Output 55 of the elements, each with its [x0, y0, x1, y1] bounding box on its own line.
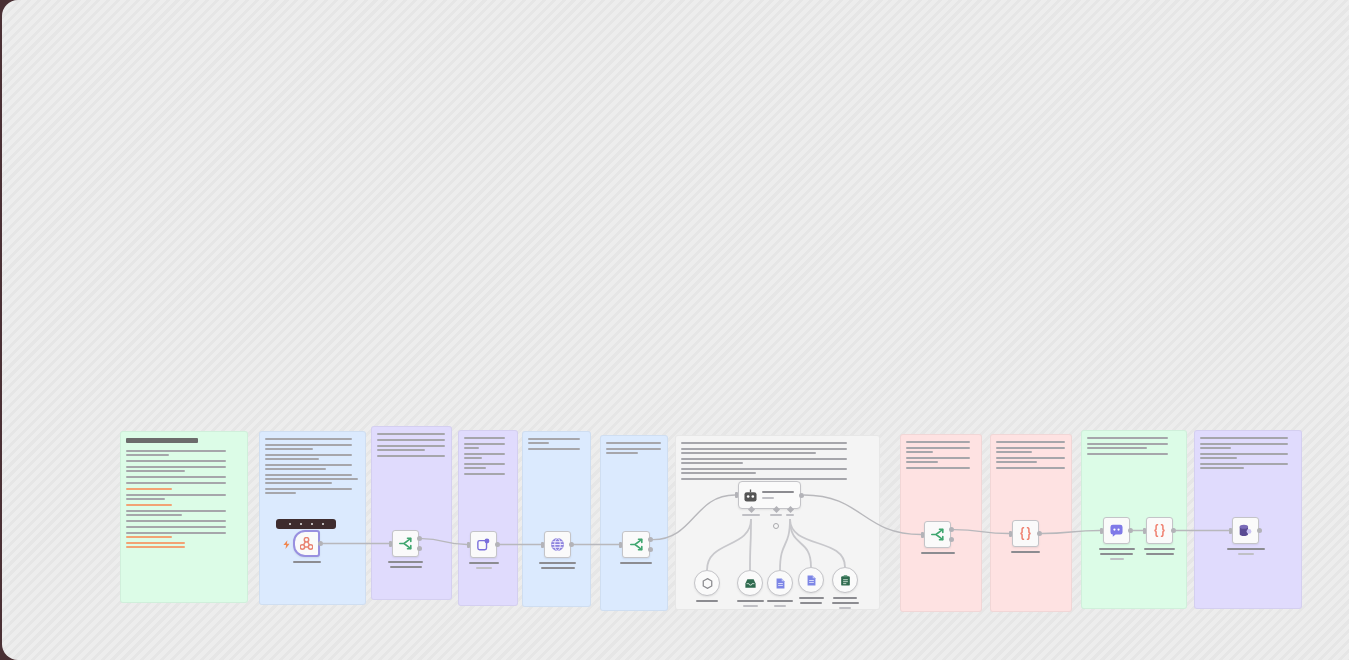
triangle-icon — [300, 537, 313, 550]
output-port[interactable] — [318, 541, 323, 546]
workflow-node[interactable] — [293, 530, 320, 557]
output-port[interactable] — [495, 542, 500, 547]
workflow-node[interactable] — [738, 481, 801, 509]
globe-icon — [551, 538, 564, 551]
workflow-node[interactable] — [1012, 520, 1039, 547]
workflow-node[interactable] — [544, 531, 571, 558]
output-port[interactable] — [1128, 528, 1133, 533]
document-icon — [805, 574, 817, 586]
output-port[interactable] — [1257, 528, 1262, 533]
workflow-node[interactable] — [924, 521, 951, 548]
output-port[interactable] — [1037, 531, 1042, 536]
input-port[interactable] — [1229, 527, 1232, 534]
workflow-node[interactable] — [392, 530, 419, 557]
input-port[interactable] — [1100, 527, 1103, 534]
output-port[interactable] — [799, 492, 804, 498]
input-port[interactable] — [921, 531, 924, 538]
add-connection-dot[interactable] — [773, 523, 779, 529]
split-arrows-icon — [629, 538, 643, 551]
split-arrows-icon — [931, 528, 944, 541]
workflow-node[interactable] — [470, 531, 497, 558]
connector-line — [421, 537, 468, 546]
workflow-node[interactable] — [1232, 517, 1259, 544]
output-port[interactable] — [569, 542, 574, 547]
workflow-node[interactable] — [1146, 517, 1173, 544]
output-port[interactable] — [1171, 528, 1176, 533]
clipboard-icon — [839, 574, 851, 586]
lightning-icon — [283, 539, 290, 549]
chat-bubble-icon — [1110, 524, 1123, 537]
input-port[interactable] — [619, 541, 622, 548]
connector-line — [1175, 529, 1230, 532]
inbox-icon — [744, 577, 756, 589]
input-port[interactable] — [1143, 527, 1146, 534]
connector-line — [322, 542, 390, 545]
braces-icon — [1153, 524, 1166, 537]
workflow-node[interactable] — [622, 531, 650, 558]
input-port[interactable] — [467, 541, 470, 548]
database-icon — [1239, 524, 1252, 537]
connector-line — [953, 528, 1010, 535]
input-port[interactable] — [1009, 530, 1012, 537]
illegible-text — [126, 438, 198, 443]
robot-icon — [744, 488, 757, 502]
input-port[interactable] — [735, 492, 738, 498]
input-port[interactable] — [389, 540, 392, 547]
workflow-node[interactable] — [1103, 517, 1130, 544]
connection-port[interactable] — [747, 505, 755, 513]
connector-line — [499, 543, 542, 546]
connector-line — [1041, 529, 1101, 535]
braces-icon — [1019, 527, 1032, 540]
connector-line — [573, 543, 620, 546]
document-icon — [774, 577, 786, 589]
hexagon-icon — [701, 577, 713, 589]
input-port[interactable] — [541, 541, 544, 548]
split-arrows-icon — [399, 537, 412, 550]
